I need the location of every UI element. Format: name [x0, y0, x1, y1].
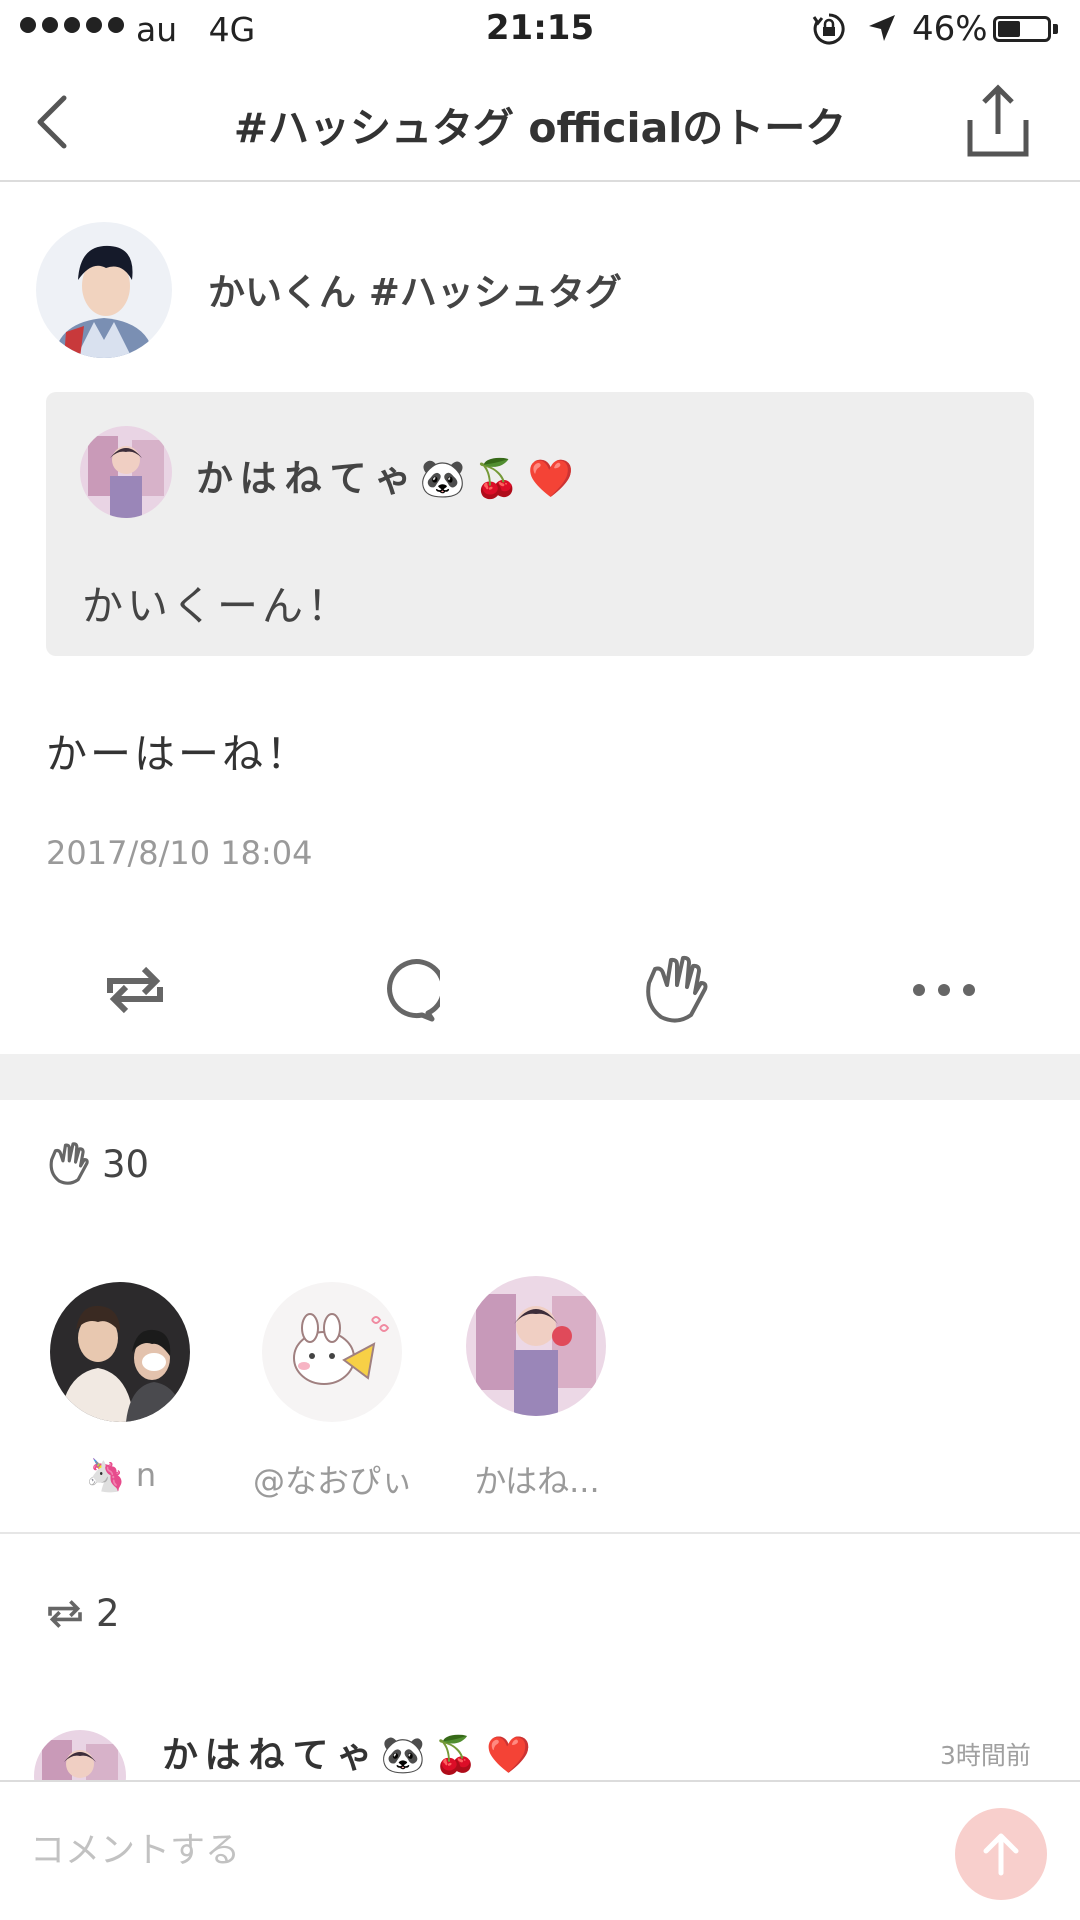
orientation-lock-icon	[812, 13, 845, 45]
comment-button[interactable]	[355, 940, 455, 1040]
location-arrow-icon	[869, 15, 895, 41]
quoted-author-avatar[interactable]	[80, 426, 172, 518]
share-icon	[967, 84, 1029, 157]
liker-avatar[interactable]	[262, 1282, 402, 1422]
repost-time: 3時間前	[940, 1741, 1031, 1770]
section-divider	[0, 1054, 1080, 1100]
quoted-author-name: かはねてゃ🐼🍒❤️	[196, 457, 582, 500]
more-icon	[913, 984, 975, 996]
comment-icon	[387, 959, 440, 1022]
battery-icon	[993, 16, 1051, 42]
retweet-small-icon	[48, 1599, 82, 1628]
clap-count-value: 30	[102, 1142, 150, 1186]
chevron-left-icon	[37, 95, 67, 149]
clap-button[interactable]	[625, 940, 725, 1040]
battery-fill	[998, 21, 1021, 37]
liker-name[interactable]: かはね...	[452, 1456, 622, 1502]
quoted-text: かいくーん！	[82, 582, 352, 630]
repost-count-value: 2	[96, 1592, 120, 1635]
battery-tip	[1053, 24, 1058, 34]
repost-count[interactable]: 2	[44, 1592, 120, 1635]
comment-input[interactable]	[30, 1826, 730, 1876]
more-button[interactable]	[894, 940, 994, 1040]
send-button[interactable]	[955, 1808, 1047, 1900]
retweet-icon	[107, 966, 163, 1014]
post-timestamp: 2017/8/10 18:04	[46, 834, 313, 872]
divider	[0, 1532, 1080, 1534]
author-name[interactable]: かいくん #ハッシュタグ	[208, 262, 622, 316]
status-bar: au 4G 21:15 46%	[0, 0, 1080, 60]
liker-avatar[interactable]	[466, 1276, 606, 1416]
clap-icon	[646, 955, 708, 1023]
clap-small-icon	[49, 1142, 89, 1185]
liker-name[interactable]: 🦄 n	[36, 1456, 206, 1494]
retweet-button[interactable]	[85, 940, 185, 1040]
reposter-name[interactable]: かはねてゃ🐼🍒❤️	[162, 1726, 539, 1778]
page-title: #ハッシュタグ officialのトーク	[233, 104, 847, 152]
post-text: かーはーね！	[46, 730, 310, 778]
clap-count[interactable]: 30	[44, 1142, 149, 1186]
share-button[interactable]	[962, 84, 1034, 160]
battery-percent: 46%	[912, 9, 988, 49]
arrow-up-icon	[983, 1833, 1019, 1876]
liker-name[interactable]: @なおぴぃ	[248, 1456, 418, 1502]
liker-avatar[interactable]	[50, 1282, 190, 1422]
author-avatar[interactable]	[36, 222, 172, 358]
back-button[interactable]	[28, 92, 78, 152]
